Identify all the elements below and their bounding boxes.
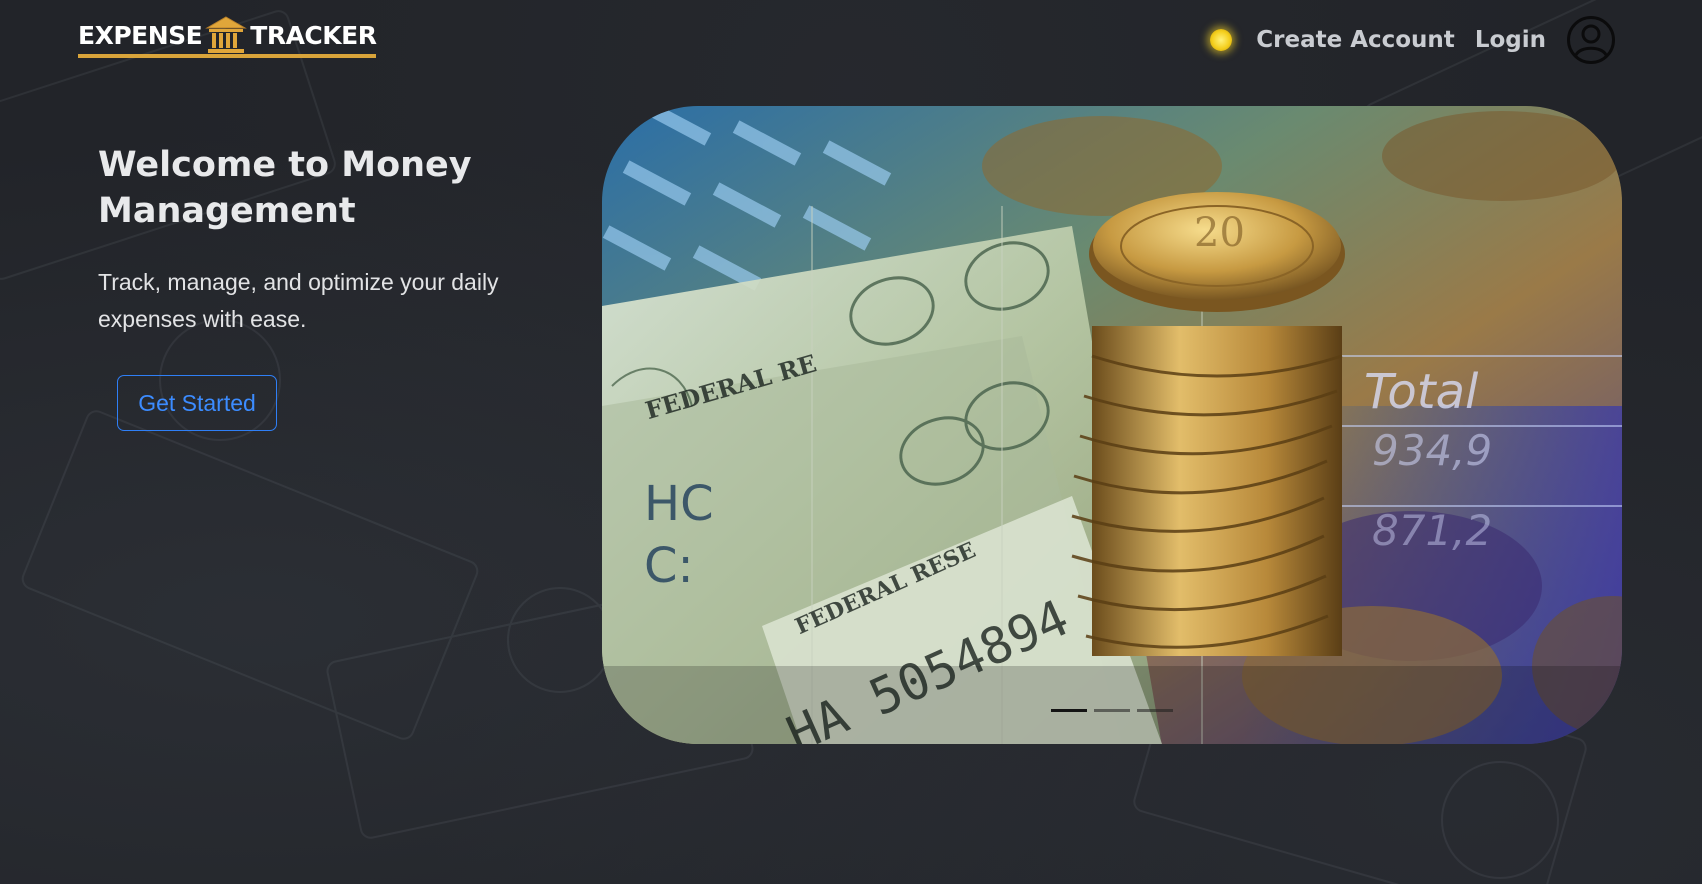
chart-total-value: 934,9 xyxy=(1372,426,1493,475)
hero-title: Welcome to Money Management xyxy=(98,145,472,231)
nav-actions: Create Account Login xyxy=(1210,14,1616,66)
sun-icon[interactable] xyxy=(1210,29,1233,51)
bill-left-code: HC xyxy=(644,476,714,532)
chart-total-label: Total xyxy=(1364,364,1479,420)
user-circle-icon[interactable] xyxy=(1566,15,1616,65)
hero-carousel[interactable]: FEDERAL RE FEDERAL RESE HA 5054894 HC C:… xyxy=(602,106,1622,744)
bill-left-code-2: C: xyxy=(644,538,694,594)
carousel-indicator-1[interactable] xyxy=(1051,709,1087,712)
carousel-indicators xyxy=(1051,709,1173,715)
brand-right-word: TRACKER xyxy=(250,20,377,50)
hero-subtitle: Track, manage, and optimize your daily e… xyxy=(98,269,499,332)
carousel-slide-image xyxy=(602,106,1622,744)
page: EXPENSE TRACKER Create Account Login Wel… xyxy=(0,0,1702,884)
carousel-indicator-2[interactable] xyxy=(1094,709,1130,712)
create-account-link[interactable]: Create Account xyxy=(1256,27,1455,53)
chart-total-value-2: 871,2 xyxy=(1372,506,1493,555)
carousel-indicator-3[interactable] xyxy=(1137,709,1173,712)
coin-value-text: 20 xyxy=(1194,210,1245,256)
navbar: EXPENSE TRACKER Create Account Login xyxy=(0,0,1702,80)
brand-logo-link[interactable]: EXPENSE TRACKER xyxy=(78,16,377,58)
get-started-button[interactable]: Get Started xyxy=(117,375,277,431)
brand-left-word: EXPENSE xyxy=(78,20,203,50)
bank-building-icon xyxy=(205,16,248,53)
login-link[interactable]: Login xyxy=(1475,27,1546,53)
